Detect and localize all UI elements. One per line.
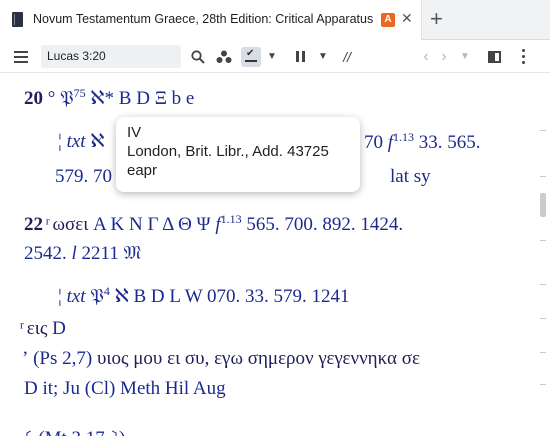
apparatus-line: 70 f1.13 33. 565. <box>364 130 481 153</box>
witness-link[interactable]: D <box>52 318 66 339</box>
chevron-down-icon[interactable]: ▼ <box>315 40 331 73</box>
apparatus-line: 20 ° 𝔓75 ℵ* B D Ξ b e <box>24 86 195 109</box>
group-icon[interactable] <box>214 40 234 73</box>
witness-link[interactable]: 565. 700. 892. 1424. <box>242 214 403 235</box>
verse-number[interactable]: 22 <box>24 214 43 235</box>
tooltip-location: London, Brit. Libr., Add. 43725 <box>127 143 329 160</box>
scroll-marker <box>540 384 546 385</box>
apparatus-line-partial: ⸂ (Mt 3,17 ⸃) ... <box>24 424 144 436</box>
manuscript-tooltip: IV London, Brit. Libr., Add. 43725 eapr <box>116 117 360 192</box>
panel-icon[interactable] <box>486 40 502 73</box>
apparatus-line: 2542. l 2211 𝔐 <box>24 243 142 264</box>
apparatus-line: 22 ͬ ωσει A K N Γ Δ Θ Ψ f1.13 565. 700. … <box>24 212 404 235</box>
witness-link[interactable]: lat sy <box>390 166 431 187</box>
apparatus-line: ¦ txt 𝔓4 ℵ B D L W 070. 33. 579. 1241 <box>58 284 350 307</box>
back-icon[interactable]: ‹ <box>418 40 434 73</box>
forward-icon[interactable]: › <box>436 40 452 73</box>
witness-link[interactable]: 𝔓 <box>60 88 74 109</box>
witness-link[interactable]: 33. 565. <box>414 132 481 153</box>
toolbar: Lucas 3:20 ▼ ▼ // ‹ › ▼ <box>0 40 550 73</box>
apparatus-line: lat sy <box>390 166 431 188</box>
scroll-marker <box>540 318 546 319</box>
witness-link[interactable]: 2542. <box>24 243 72 264</box>
witness-link[interactable]: 579. 70 <box>55 166 112 187</box>
scrollbar[interactable] <box>534 74 550 436</box>
tab-title: Novum Testamentum Graece, 28th Edition: … <box>33 12 374 26</box>
tooltip-century: IV <box>127 124 142 141</box>
chevron-down-icon[interactable]: ▼ <box>459 40 471 73</box>
scroll-marker <box>540 176 546 177</box>
apparatus-line: ͬ εις D <box>22 318 66 339</box>
kebab-icon[interactable] <box>515 40 531 73</box>
witness-link[interactable]: ℵ* B D Ξ b e <box>86 88 194 109</box>
chevron-down-icon[interactable]: ▼ <box>264 40 280 73</box>
witness-link[interactable]: 70 <box>364 132 388 153</box>
scroll-marker <box>540 352 546 353</box>
reference-input[interactable]: Lucas 3:20 <box>41 45 181 68</box>
menu-icon[interactable] <box>10 40 32 73</box>
witness-link[interactable]: 𝔓 <box>86 286 104 307</box>
apparatus-line: 579. 70 <box>55 166 112 188</box>
scroll-marker <box>540 240 546 241</box>
verse-number[interactable]: 20 <box>24 88 43 109</box>
apparatus-line: ʼ (Ps 2,7) υιος μου ει συ, εγω σημερον γ… <box>22 348 420 369</box>
check-icon[interactable] <box>240 40 262 73</box>
scroll-marker <box>540 284 546 285</box>
apparatus-line: ¦ txt ℵ <box>58 131 105 152</box>
witness-link[interactable]: A K N Γ Δ Θ Ψ <box>93 214 215 235</box>
witness-link[interactable]: D it; Ju (Cl) Meth Hil Aug <box>24 378 226 399</box>
resource-badge: A <box>381 13 395 27</box>
slash-icon[interactable]: // <box>337 40 357 73</box>
tooltip-content: eapr <box>127 162 158 179</box>
pause-icon[interactable] <box>292 40 308 73</box>
reference-link[interactable]: (Ps 2,7) <box>33 348 97 369</box>
close-icon[interactable]: ✕ <box>401 10 413 27</box>
witness-link[interactable]: ℵ B D L W 070. 33. 579. 1241 <box>110 286 350 307</box>
new-tab-button[interactable]: + <box>430 7 443 31</box>
tab-apparatus[interactable]: Novum Testamentum Graece, 28th Edition: … <box>0 0 422 40</box>
witness-link[interactable]: ℵ <box>86 131 104 152</box>
witness-link[interactable]: 2211 𝔐 <box>77 243 142 264</box>
scroll-marker <box>540 130 546 131</box>
book-icon <box>12 12 23 27</box>
title-bar: Novum Testamentum Graece, 28th Edition: … <box>0 0 550 40</box>
apparatus-line: D it; Ju (Cl) Meth Hil Aug <box>24 378 226 400</box>
search-icon[interactable] <box>188 40 208 73</box>
scroll-thumb[interactable] <box>540 193 546 217</box>
